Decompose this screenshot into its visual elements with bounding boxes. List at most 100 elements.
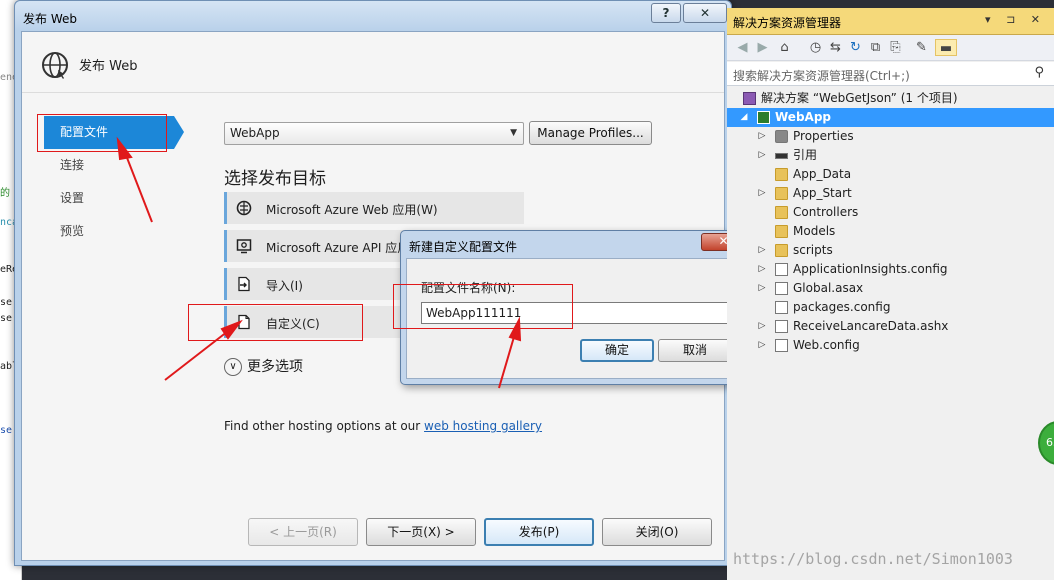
- expander-icon[interactable]: ▷: [757, 336, 767, 355]
- sync-icon[interactable]: ⇆: [827, 39, 844, 56]
- hosting-note: Find other hosting options at our web ho…: [224, 419, 542, 433]
- back-icon[interactable]: ◀: [734, 39, 751, 56]
- profile-dropdown[interactable]: WebApp ▼: [224, 122, 524, 145]
- tree-item-label: packages.config: [793, 300, 891, 314]
- hosting-text: Find other hosting options at our: [224, 419, 425, 433]
- tree-item-label: 引用: [793, 148, 818, 162]
- tree-item-label: App_Data: [793, 167, 852, 181]
- config-file-icon: [775, 301, 788, 314]
- pin-icon[interactable]: ▬: [935, 39, 957, 56]
- help-button[interactable]: ?: [651, 3, 681, 23]
- close-button[interactable]: 关闭(O): [602, 518, 712, 546]
- expander-icon[interactable]: ▷: [757, 317, 767, 336]
- solution-icon: [743, 92, 756, 105]
- tree-item[interactable]: ▷ Properties: [727, 127, 1054, 146]
- expander-icon[interactable]: ▷: [757, 184, 767, 203]
- tree-item-label: Models: [793, 224, 836, 238]
- azure-api-icon: [236, 239, 252, 254]
- copy-icon[interactable]: ⎘: [887, 39, 904, 56]
- ok-button[interactable]: 确定: [580, 339, 654, 362]
- close-window-button[interactable]: ✕: [683, 3, 727, 23]
- tree-item[interactable]: packages.config: [727, 298, 1054, 317]
- next-page-button[interactable]: 下一页(X) >: [366, 518, 476, 546]
- expander-icon[interactable]: ▷: [757, 127, 767, 146]
- se-title: 解决方案资源管理器: [733, 16, 842, 30]
- folder-icon: [775, 225, 788, 238]
- pending-changes-icon[interactable]: ◷: [807, 39, 824, 56]
- code-fragment: se: [0, 425, 13, 436]
- folder-icon: [775, 168, 788, 181]
- chevron-down-circle-icon: ∨: [224, 358, 242, 376]
- se-search-placeholder: 搜索解决方案资源管理器(Ctrl+;): [733, 69, 910, 83]
- tree-item[interactable]: ▷ Web.config: [727, 336, 1054, 355]
- tree-item[interactable]: ▷ scripts: [727, 241, 1054, 260]
- se-window-controls[interactable]: ▾ ⊐ ✕: [985, 13, 1046, 26]
- forward-icon[interactable]: ▶: [754, 39, 771, 56]
- annotation-box-profile: [37, 114, 167, 152]
- manage-profiles-button[interactable]: Manage Profiles...: [529, 121, 652, 145]
- tree-item[interactable]: Models: [727, 222, 1054, 241]
- se-titlebar[interactable]: 解决方案资源管理器 ▾ ⊐ ✕: [727, 8, 1054, 35]
- folder-icon: [775, 206, 788, 219]
- tree-item[interactable]: ▷ Global.asax: [727, 279, 1054, 298]
- tree-item[interactable]: ▷ 引用: [727, 146, 1054, 165]
- annotation-box-custom: [188, 304, 363, 341]
- se-toolbar: ◀ ▶ ⌂ ◷ ⇆ ↻ ⧉ ⎘ ✎ ▬: [727, 35, 1054, 61]
- modal-title: 新建自定义配置文件: [409, 240, 518, 254]
- tree-item-label: scripts: [793, 243, 833, 257]
- tree-item[interactable]: ◢ WebApp: [727, 108, 1054, 127]
- tree-item-label: 解决方案 “WebGetJson” (1 个项目): [761, 91, 958, 105]
- header-divider: [22, 92, 724, 93]
- tree-item-label: ApplicationInsights.config: [793, 262, 948, 276]
- profile-dropdown-value: WebApp: [230, 126, 280, 140]
- expander-icon[interactable]: ▷: [757, 146, 767, 165]
- tree-item[interactable]: ▷ ReceiveLancareData.ashx: [727, 317, 1054, 336]
- tree-item[interactable]: Controllers: [727, 203, 1054, 222]
- properties-wrench-icon[interactable]: ✎: [913, 39, 930, 56]
- expander-icon[interactable]: ▷: [757, 241, 767, 260]
- home-icon[interactable]: ⌂: [776, 39, 793, 56]
- expander-icon[interactable]: ▷: [757, 260, 767, 279]
- tree-item[interactable]: ▷ App_Start: [727, 184, 1054, 203]
- collapse-all-icon[interactable]: ⧉: [867, 39, 884, 56]
- nav-item-preview[interactable]: 预览: [44, 215, 186, 248]
- se-search-box[interactable]: 搜索解决方案资源管理器(Ctrl+;) ⚲: [727, 62, 1054, 86]
- tree-item[interactable]: ▷ ApplicationInsights.config: [727, 260, 1054, 279]
- tree-item-label: Properties: [793, 129, 854, 143]
- target-label: Microsoft Azure API 应用: [266, 241, 410, 255]
- target-label: Microsoft Azure Web 应用(W): [266, 203, 438, 217]
- publish-button[interactable]: 发布(P): [484, 518, 594, 546]
- folder-icon: [775, 187, 788, 200]
- nav-item-connection[interactable]: 连接: [44, 149, 186, 182]
- azure-web-icon: [236, 200, 252, 216]
- tree-item-label: Global.asax: [793, 281, 864, 295]
- target-label: 导入(I): [266, 279, 303, 293]
- web-project-icon: [757, 111, 770, 124]
- cancel-button[interactable]: 取消: [658, 339, 732, 362]
- web-hosting-gallery-link[interactable]: web hosting gallery: [424, 419, 542, 433]
- folder-icon: [775, 244, 788, 257]
- handler-file-icon: [775, 320, 788, 333]
- nav-item-settings[interactable]: 设置: [44, 182, 186, 215]
- tree-item[interactable]: 解决方案 “WebGetJson” (1 个项目): [727, 89, 1054, 108]
- more-options-toggle[interactable]: ∨ 更多选项: [224, 356, 303, 376]
- tree-item-label: WebApp: [775, 110, 832, 124]
- code-fragment: 的: [0, 188, 10, 199]
- expander-icon[interactable]: ◢: [739, 108, 749, 127]
- prev-page-button[interactable]: < 上一页(R): [248, 518, 358, 546]
- search-icon[interactable]: ⚲: [1034, 65, 1044, 80]
- solution-tree: 解决方案 “WebGetJson” (1 个项目) ◢ WebApp ▷ Propert…: [727, 89, 1054, 355]
- globe-publish-icon: [42, 52, 68, 79]
- more-options-label: 更多选项: [247, 359, 303, 375]
- expander-icon[interactable]: ▷: [757, 279, 767, 298]
- tree-item-label: Controllers: [793, 205, 859, 219]
- target-azure-web-app[interactable]: Microsoft Azure Web 应用(W): [224, 192, 524, 224]
- tree-item[interactable]: App_Data: [727, 165, 1054, 184]
- section-title: 选择发布目标: [224, 169, 326, 189]
- config-file-icon: [775, 339, 788, 352]
- tree-item-label: App_Start: [793, 186, 852, 200]
- dialog-titlebar[interactable]: 发布 Web: [15, 1, 731, 31]
- references-icon: [775, 153, 788, 159]
- dialog-header-title: 发布 Web: [79, 59, 138, 74]
- refresh-icon[interactable]: ↻: [847, 39, 864, 56]
